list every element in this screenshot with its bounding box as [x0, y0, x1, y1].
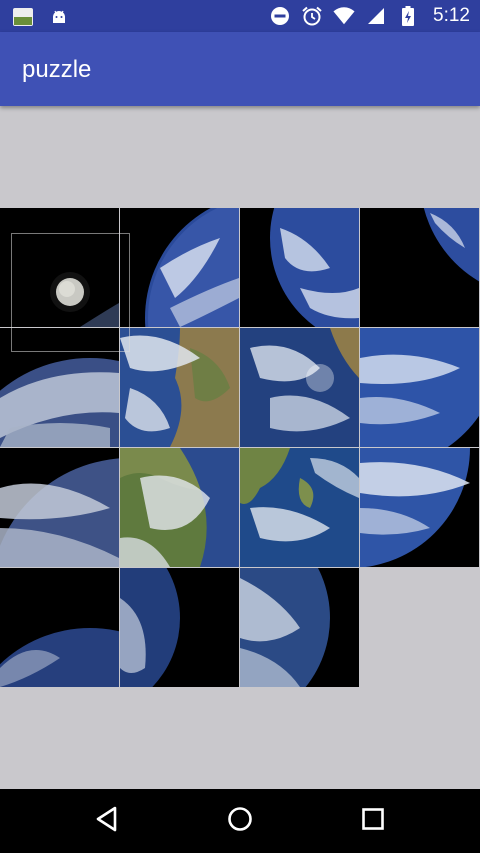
alarm-icon: [301, 5, 323, 27]
home-button[interactable]: [218, 803, 262, 839]
recents-icon: [361, 807, 385, 836]
puzzle-tile[interactable]: [240, 328, 359, 447]
puzzle-tile[interactable]: [120, 448, 239, 567]
puzzle-tile[interactable]: [0, 328, 119, 447]
wifi-icon: [333, 5, 355, 27]
recents-button[interactable]: [351, 803, 395, 839]
puzzle-tile[interactable]: [240, 208, 359, 327]
do-not-disturb-icon: [269, 5, 291, 27]
nav-bar: [0, 789, 480, 853]
puzzle-tile[interactable]: [120, 208, 239, 327]
puzzle-tile[interactable]: [0, 568, 119, 687]
status-time: 5:12: [433, 5, 470, 26]
puzzle-tile[interactable]: [360, 448, 479, 567]
puzzle-tile[interactable]: [120, 568, 239, 687]
app-title: puzzle: [22, 56, 92, 83]
puzzle-board: [0, 208, 480, 688]
signal-icon: [365, 5, 387, 27]
battery-icon: [397, 5, 419, 27]
status-right-icons: 5:12: [269, 4, 470, 28]
empty-tile-slot: [360, 568, 479, 687]
app-bar: puzzle: [0, 32, 480, 106]
good-notification-icon: [12, 6, 34, 28]
puzzle-tile[interactable]: [360, 328, 479, 447]
puzzle-tile[interactable]: [0, 208, 119, 327]
status-bar: 5:12: [0, 0, 480, 32]
puzzle-tile[interactable]: [240, 448, 359, 567]
android-icon: [48, 6, 70, 28]
puzzle-tile[interactable]: [240, 568, 359, 687]
back-button[interactable]: [85, 803, 129, 839]
puzzle-tile[interactable]: [120, 328, 239, 447]
puzzle-tile[interactable]: [360, 208, 479, 327]
status-left-icons: [12, 6, 70, 28]
puzzle-tile[interactable]: [0, 448, 119, 567]
back-icon: [95, 806, 119, 837]
home-icon: [227, 806, 253, 837]
